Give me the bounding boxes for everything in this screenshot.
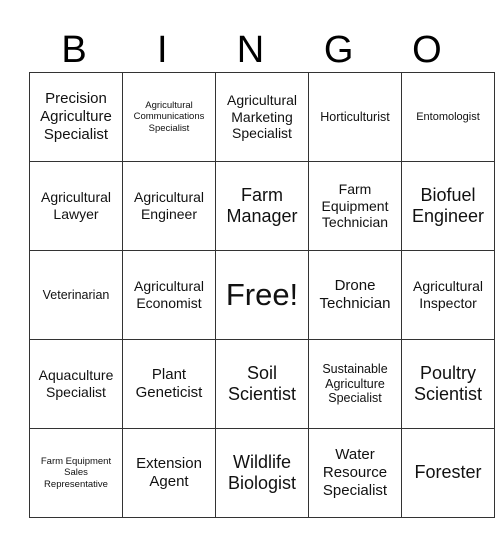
- bingo-cell[interactable]: Extension Agent: [122, 428, 216, 518]
- bingo-cell[interactable]: Poultry Scientist: [401, 339, 495, 429]
- bingo-cell[interactable]: Entomologist: [401, 72, 495, 162]
- bingo-cell[interactable]: Farm Manager: [215, 161, 309, 251]
- bingo-header: B I N G O: [30, 28, 471, 72]
- bingo-cell[interactable]: Sustainable Agriculture Specialist: [308, 339, 402, 429]
- bingo-cell[interactable]: Agricultural Economist: [122, 250, 216, 340]
- bingo-cell[interactable]: Agricultural Inspector: [401, 250, 495, 340]
- grid-row: Veterinarian Agricultural Economist Free…: [29, 250, 495, 340]
- bingo-cell[interactable]: Veterinarian: [29, 250, 123, 340]
- bingo-cell[interactable]: Biofuel Engineer: [401, 161, 495, 251]
- bingo-cell[interactable]: Agricultural Engineer: [122, 161, 216, 251]
- header-letter-o: O: [412, 29, 442, 71]
- grid-row: Agricultural Lawyer Agricultural Enginee…: [29, 161, 495, 251]
- header-letter-b: B: [61, 29, 87, 71]
- bingo-cell[interactable]: Forester: [401, 428, 495, 518]
- bingo-cell[interactable]: Soil Scientist: [215, 339, 309, 429]
- bingo-cell[interactable]: Horticulturist: [308, 72, 402, 162]
- bingo-cell[interactable]: Agricultural Lawyer: [29, 161, 123, 251]
- bingo-cell[interactable]: Farm Equipment Sales Representative: [29, 428, 123, 518]
- free-space[interactable]: Free!: [215, 250, 309, 340]
- header-letter-g: G: [323, 29, 354, 71]
- bingo-cell[interactable]: Drone Technician: [308, 250, 402, 340]
- bingo-cell[interactable]: Farm Equipment Technician: [308, 161, 402, 251]
- bingo-cell[interactable]: Wildlife Biologist: [215, 428, 309, 518]
- grid-row: Precision Agriculture Specialist Agricul…: [29, 72, 495, 162]
- bingo-cell[interactable]: Agricultural Communications Specialist: [122, 72, 216, 162]
- bingo-cell[interactable]: Plant Geneticist: [122, 339, 216, 429]
- bingo-cell[interactable]: Precision Agriculture Specialist: [29, 72, 123, 162]
- header-letter-i: I: [157, 29, 168, 71]
- grid-row: Farm Equipment Sales Representative Exte…: [29, 428, 495, 518]
- grid-row: Aquaculture Specialist Plant Geneticist …: [29, 339, 495, 429]
- bingo-cell[interactable]: Aquaculture Specialist: [29, 339, 123, 429]
- bingo-cell[interactable]: Agricultural Marketing Specialist: [215, 72, 309, 162]
- bingo-grid: Precision Agriculture Specialist Agricul…: [29, 72, 495, 518]
- header-letter-n: N: [236, 29, 265, 71]
- bingo-cell[interactable]: Water Resource Specialist: [308, 428, 402, 518]
